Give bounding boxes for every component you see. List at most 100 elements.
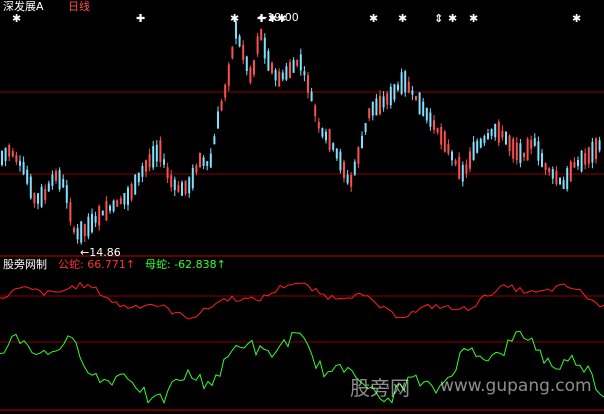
candle-body bbox=[346, 174, 349, 184]
s2-value: 母蛇: -62.838↑ bbox=[145, 258, 226, 271]
candle-body bbox=[476, 140, 479, 153]
candle-body bbox=[483, 136, 486, 144]
candle-body bbox=[44, 188, 47, 201]
candle-body bbox=[591, 141, 594, 163]
signal-marker: ✱ bbox=[398, 12, 408, 25]
chart-window: 深发展A 日线 ✱ ✚ ✱ ✚ ✱✱ ✱ ✱ ⇕ ✱ ✱ ✱ ←19.00 ←1… bbox=[0, 0, 604, 414]
candle-body bbox=[523, 152, 525, 158]
candle-body bbox=[595, 138, 597, 160]
candle-body bbox=[292, 60, 295, 73]
candle-body bbox=[425, 107, 428, 121]
candle-body bbox=[267, 51, 270, 71]
candle-body bbox=[429, 112, 432, 127]
candle-body bbox=[80, 221, 83, 243]
candle-body bbox=[458, 156, 461, 179]
candle-body bbox=[94, 216, 97, 223]
candle-body bbox=[62, 179, 65, 188]
candle-body bbox=[87, 216, 90, 237]
candle-body bbox=[303, 71, 306, 76]
candle-body bbox=[357, 147, 360, 164]
candle-body bbox=[418, 92, 421, 115]
candle-body bbox=[404, 71, 407, 93]
candle-body bbox=[393, 84, 396, 100]
candle-body bbox=[584, 153, 587, 165]
candle-body bbox=[26, 169, 29, 184]
candle-body bbox=[242, 44, 245, 61]
candle-body bbox=[123, 193, 126, 205]
candle-body bbox=[181, 182, 183, 196]
candle-body bbox=[166, 167, 169, 179]
watermark-url: www.gupang.com bbox=[440, 376, 592, 396]
candle-body bbox=[537, 141, 540, 161]
candle-body bbox=[551, 169, 554, 179]
candle-body bbox=[37, 193, 39, 204]
signal-marker: ✱ bbox=[448, 12, 458, 25]
candle-body bbox=[451, 151, 453, 161]
signal-marker: ✱ bbox=[230, 12, 240, 25]
candle-body bbox=[562, 180, 565, 190]
candle-body bbox=[490, 128, 493, 136]
candle-body bbox=[494, 124, 497, 138]
candle-body bbox=[217, 111, 219, 129]
candle-body bbox=[130, 184, 133, 200]
candle-body bbox=[285, 66, 288, 80]
candle-body bbox=[353, 161, 356, 175]
candle-body bbox=[505, 131, 507, 145]
candle-body bbox=[472, 141, 475, 161]
candle-body bbox=[65, 185, 68, 203]
candle-body bbox=[271, 62, 273, 74]
candle-body bbox=[447, 144, 450, 154]
candle-body bbox=[436, 128, 439, 133]
candle-body bbox=[33, 193, 36, 204]
candle-body bbox=[566, 168, 569, 190]
candle-body bbox=[11, 151, 14, 157]
candle-body bbox=[386, 93, 389, 105]
candle-body bbox=[76, 228, 79, 240]
stock-symbol: 深发展A bbox=[3, 0, 44, 13]
candle-body bbox=[256, 36, 259, 54]
candle-body bbox=[519, 143, 522, 164]
candle-body bbox=[69, 202, 72, 222]
candle-body bbox=[173, 179, 176, 191]
candle-body bbox=[224, 84, 227, 98]
candle-body bbox=[361, 135, 363, 149]
candle-body bbox=[580, 150, 583, 172]
candle-body bbox=[195, 165, 198, 173]
candle-body bbox=[454, 160, 457, 165]
candle-body bbox=[137, 172, 140, 183]
candle-body bbox=[375, 98, 378, 116]
candle-body bbox=[501, 130, 504, 138]
candle-body bbox=[411, 90, 414, 95]
candle-body bbox=[299, 54, 302, 71]
candle-body bbox=[109, 205, 111, 211]
candle-body bbox=[155, 144, 158, 162]
candle-body bbox=[101, 210, 104, 216]
candle-body bbox=[335, 148, 338, 159]
stock-chart[interactable] bbox=[0, 0, 604, 414]
indicator-name: 股旁网制 bbox=[3, 258, 47, 271]
candle-body bbox=[339, 151, 342, 171]
candle-body bbox=[40, 186, 43, 207]
candle-body bbox=[231, 46, 234, 59]
candle-body bbox=[400, 72, 403, 94]
candle-body bbox=[533, 138, 536, 146]
candle-body bbox=[433, 120, 435, 130]
candle-body bbox=[220, 101, 223, 111]
candle-body bbox=[515, 142, 518, 161]
candle-body bbox=[440, 126, 443, 145]
candle-body bbox=[508, 135, 511, 152]
candle-body bbox=[577, 159, 579, 167]
candle-body bbox=[206, 161, 209, 166]
high-price-label: ←19.00 bbox=[258, 11, 299, 24]
candle-body bbox=[465, 164, 468, 174]
candle-body bbox=[278, 71, 281, 87]
candle-body bbox=[461, 164, 464, 182]
candle-body bbox=[371, 101, 374, 116]
candle-body bbox=[83, 224, 86, 237]
candle-body bbox=[199, 152, 201, 168]
candle-body bbox=[281, 72, 284, 80]
candle-body bbox=[379, 95, 381, 115]
candle-body bbox=[317, 121, 320, 129]
candle-body bbox=[249, 67, 252, 83]
candle-body bbox=[8, 145, 11, 157]
